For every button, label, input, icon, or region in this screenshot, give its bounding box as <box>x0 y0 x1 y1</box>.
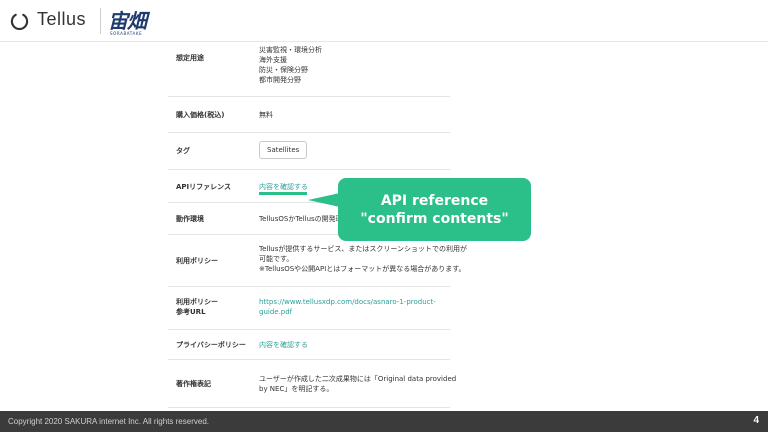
copyright-text: Copyright 2020 SAKURA internet Inc. All … <box>8 417 209 426</box>
policy-url-link[interactable]: https://www.tellusxdp.com/docs/asnaro-1-… <box>259 297 436 317</box>
app-header: Tellus 宙畑 SORABATAKE <box>0 0 768 42</box>
page-number: 4 <box>753 415 759 426</box>
row-label: 購入価格(税込) <box>176 111 225 119</box>
row-label: プライバシーポリシー <box>176 341 246 349</box>
table-row-intended-use: 想定用途 災害監視・環境分析 海外支援 防災・保険分野 都市開発分野 <box>168 40 450 97</box>
table-row-usage-policy: 利用ポリシー Tellusが提供するサービス、またはスクリーンショットでの利用が… <box>168 235 468 287</box>
row-label: タグ <box>176 147 190 155</box>
row-label: 著作権表記 <box>176 380 211 388</box>
row-label: 動作環境 <box>176 215 204 223</box>
row-value: 災害監視・環境分析 海外支援 防災・保険分野 都市開発分野 <box>259 46 322 84</box>
row-label: 利用ポリシー 参考URL <box>176 298 218 316</box>
api-reference-link[interactable]: 内容を確認する <box>259 182 308 192</box>
tellus-logo-icon <box>10 13 29 30</box>
row-value: ユーザーが作成した二次成果物には「Original data provided … <box>259 375 457 393</box>
row-value: TellusOSかTellusの開発環境 <box>259 215 350 223</box>
privacy-policy-link[interactable]: 内容を確認する <box>259 340 308 350</box>
logo-divider <box>100 8 101 34</box>
sorabatake-logo[interactable]: 宙畑 <box>108 5 147 34</box>
callout-line-2: "confirm contents" <box>360 211 509 227</box>
callout-line-1: API reference <box>380 193 489 209</box>
row-label: APIリファレンス <box>176 183 232 191</box>
row-value: 無料 <box>259 111 273 119</box>
slide-footer: Copyright 2020 SAKURA internet Inc. All … <box>0 411 768 432</box>
highlight-underline <box>259 192 307 195</box>
row-value: Tellusが提供するサービス、またはスクリーンショットでの利用が 可能です。 … <box>259 245 468 273</box>
tag-satellites[interactable]: Satellites <box>259 141 308 159</box>
callout-pointer <box>308 193 340 207</box>
table-row-copyright-notice: 著作権表記 ユーザーが作成した二次成果物には「Original data pro… <box>168 360 456 408</box>
table-row-privacy-policy: プライバシーポリシー 内容を確認する <box>168 330 450 360</box>
sorabatake-logo-subtext: SORABATAKE <box>110 31 143 36</box>
tellus-logo-text[interactable]: Tellus <box>37 9 86 30</box>
table-row-price: 購入価格(税込) 無料 <box>168 97 450 133</box>
api-reference-callout: API reference "confirm contents" <box>338 178 531 241</box>
row-label: 利用ポリシー <box>176 257 218 265</box>
table-row-policy-url: 利用ポリシー 参考URL https://www.tellusxdp.com/d… <box>168 287 450 330</box>
table-row-tag: タグ Satellites <box>168 133 450 170</box>
row-label: 想定用途 <box>176 54 204 62</box>
